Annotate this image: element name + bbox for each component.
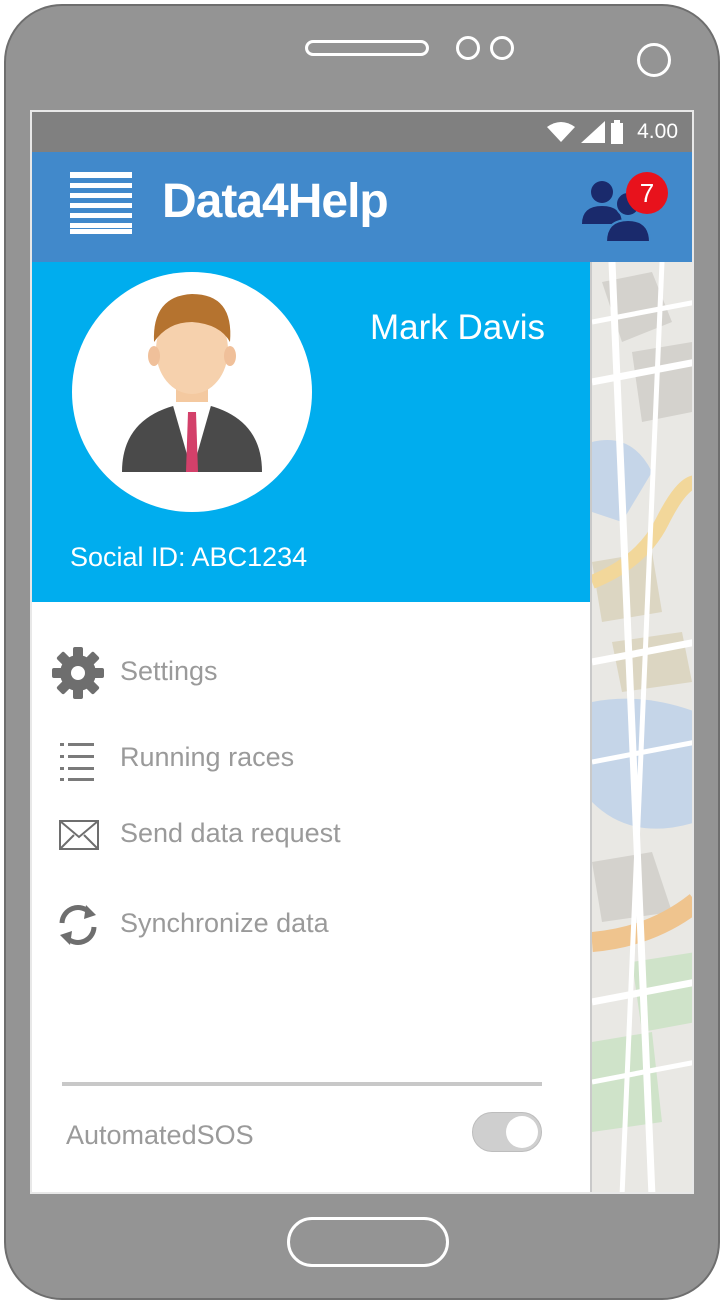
map-view[interactable] [592, 262, 692, 1192]
avatar[interactable] [72, 272, 312, 512]
menu-icon[interactable] [70, 172, 132, 234]
signal-icon [581, 121, 606, 143]
menu-item-running-races[interactable]: Running races [32, 728, 572, 788]
sensor-icon [456, 36, 480, 60]
sensor-icon [490, 36, 514, 60]
automated-sos-toggle[interactable] [472, 1112, 542, 1152]
battery-icon [611, 120, 624, 144]
profile-header: Mark Davis Social ID: ABC1234 [32, 262, 590, 602]
status-time: 4.00 [637, 120, 678, 143]
user-avatar-icon [122, 294, 262, 472]
menu-item-synchronize-data[interactable]: Synchronize data [32, 894, 572, 954]
wifi-icon [547, 122, 576, 142]
notification-badge[interactable]: 7 [626, 172, 668, 214]
menu-item-settings[interactable]: Settings [32, 642, 572, 702]
toggle-knob [506, 1116, 538, 1148]
home-button[interactable] [287, 1217, 449, 1267]
gear-icon [52, 647, 104, 699]
menu-item-label: Running races [120, 742, 295, 772]
speaker-grille [305, 40, 429, 56]
phone-screen: 4.00 Data4Help 7 Mark Davis Social ID: A… [30, 110, 694, 1194]
front-camera-icon [637, 43, 671, 77]
navigation-drawer: Mark Davis Social ID: ABC1234 Settings R… [32, 262, 592, 1192]
menu-item-label: Settings [120, 656, 218, 686]
menu-item-send-data-request[interactable]: Send data request [32, 804, 572, 864]
sync-icon [59, 905, 97, 945]
status-bar: 4.00 [32, 112, 692, 152]
app-title: Data4Help [162, 175, 389, 228]
map-graphic [592, 262, 692, 1192]
automated-sos-label: AutomatedSOS [66, 1120, 254, 1150]
envelope-icon [59, 820, 99, 850]
menu-item-label: Send data request [120, 818, 341, 848]
list-icon [60, 743, 94, 781]
app-bar: Data4Help 7 [32, 152, 692, 262]
profile-name: Mark Davis [370, 308, 546, 347]
divider [62, 1082, 542, 1086]
menu-item-label: Synchronize data [120, 908, 329, 938]
social-id: Social ID: ABC1234 [70, 542, 308, 572]
